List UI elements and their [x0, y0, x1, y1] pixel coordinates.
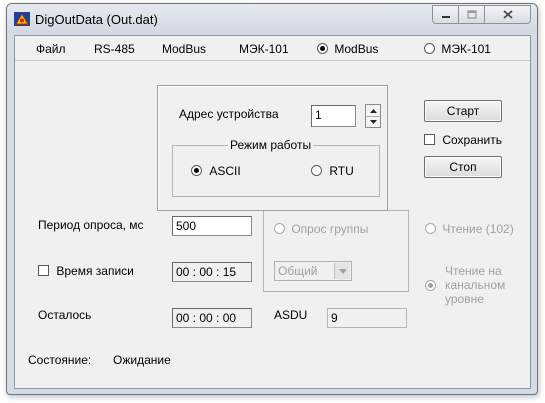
- maximize-button[interactable]: [459, 5, 485, 24]
- group-combo-value: Общий: [278, 264, 318, 278]
- save-checkbox-row[interactable]: Сохранить: [424, 133, 502, 147]
- radio-mek101-label: МЭК-101: [441, 42, 491, 56]
- minimize-button[interactable]: [432, 5, 459, 24]
- status-value: Ожидание: [113, 353, 171, 367]
- record-time-label: Время записи: [56, 264, 134, 278]
- close-button[interactable]: [485, 5, 531, 24]
- radio-modbus-indicator[interactable]: [317, 43, 328, 54]
- radio-mek101[interactable]: МЭК-101: [424, 42, 491, 56]
- record-time-field[interactable]: 00 : 00 : 15: [172, 262, 252, 282]
- close-icon: [502, 10, 513, 19]
- mode-rtu-label: RTU: [329, 164, 354, 178]
- address-input[interactable]: 1: [311, 105, 356, 127]
- mode-rtu-indicator[interactable]: [311, 165, 322, 176]
- radio-mek101-indicator[interactable]: [424, 43, 435, 54]
- read-channel-radio[interactable]: Чтение на канальном уровне: [425, 264, 525, 306]
- radio-modbus-label: ModBus: [334, 42, 379, 56]
- address-spinner[interactable]: [365, 104, 381, 128]
- start-button[interactable]: Старт: [424, 100, 502, 122]
- group-poll-radio-indicator[interactable]: [274, 223, 285, 234]
- app-icon: [14, 12, 30, 26]
- client-area: Файл RS-485 ModBus МЭК-101 ModBus МЭК-10…: [14, 35, 531, 389]
- device-panel: Адрес устройства 1 Режим работы ASCII RT…: [157, 85, 388, 211]
- mode-ascii-indicator[interactable]: [191, 165, 202, 176]
- group-poll-label: Опрос группы: [291, 222, 369, 236]
- mode-ascii-radio[interactable]: ASCII: [191, 164, 241, 178]
- menu-bar: Файл RS-485 ModBus МЭК-101 ModBus МЭК-10…: [15, 36, 530, 61]
- read-channel-label: Чтение на канальном уровне: [445, 264, 506, 306]
- poll-period-input[interactable]: 500: [172, 216, 252, 236]
- app-window: DigOutData (Out.dat) Файл RS-485 ModBus …: [6, 3, 538, 395]
- arrow-down-icon: [369, 119, 377, 124]
- record-time-checkbox[interactable]: [38, 265, 49, 276]
- stop-button[interactable]: Стоп: [424, 156, 502, 178]
- menu-mek101[interactable]: МЭК-101: [239, 42, 289, 56]
- save-checkbox-label: Сохранить: [442, 133, 502, 147]
- menu-file[interactable]: Файл: [36, 42, 66, 56]
- record-time-row[interactable]: Время записи: [38, 264, 134, 278]
- window-title: DigOutData (Out.dat): [35, 12, 158, 27]
- arrow-up-icon: [369, 108, 377, 113]
- chevron-down-icon: [338, 268, 347, 274]
- poll-period-label: Период опроса, мс: [38, 218, 144, 232]
- read-102-radio-indicator[interactable]: [425, 223, 436, 234]
- mode-ascii-label: ASCII: [209, 164, 241, 178]
- maximize-icon: [466, 10, 477, 19]
- read-channel-radio-indicator[interactable]: [425, 280, 436, 291]
- title-bar[interactable]: DigOutData (Out.dat): [7, 4, 537, 34]
- menu-modbus[interactable]: ModBus: [162, 42, 206, 56]
- remaining-field: 00 : 00 : 00: [172, 308, 252, 328]
- radio-modbus[interactable]: ModBus: [317, 42, 378, 56]
- asdu-label: ASDU: [274, 308, 308, 322]
- asdu-field: 9: [327, 308, 407, 328]
- mode-groupbox: Режим работы ASCII RTU: [172, 138, 380, 197]
- status-label: Состояние:: [28, 353, 92, 367]
- read-102-label: Чтение (102): [442, 222, 514, 236]
- save-checkbox[interactable]: [424, 134, 435, 145]
- group-poll-radio[interactable]: Опрос группы: [274, 222, 368, 236]
- minimize-icon: [441, 15, 450, 18]
- address-label: Адрес устройства: [179, 107, 279, 121]
- remaining-label: Осталось: [38, 308, 92, 322]
- group-combo[interactable]: Общий: [274, 261, 352, 281]
- read-102-radio[interactable]: Чтение (102): [425, 222, 514, 236]
- mode-group-label: Режим работы: [228, 138, 314, 152]
- mode-rtu-radio[interactable]: RTU: [311, 164, 354, 178]
- spin-down-button[interactable]: [366, 116, 380, 127]
- menu-rs485[interactable]: RS-485: [94, 42, 135, 56]
- group-combo-arrow[interactable]: [334, 263, 350, 279]
